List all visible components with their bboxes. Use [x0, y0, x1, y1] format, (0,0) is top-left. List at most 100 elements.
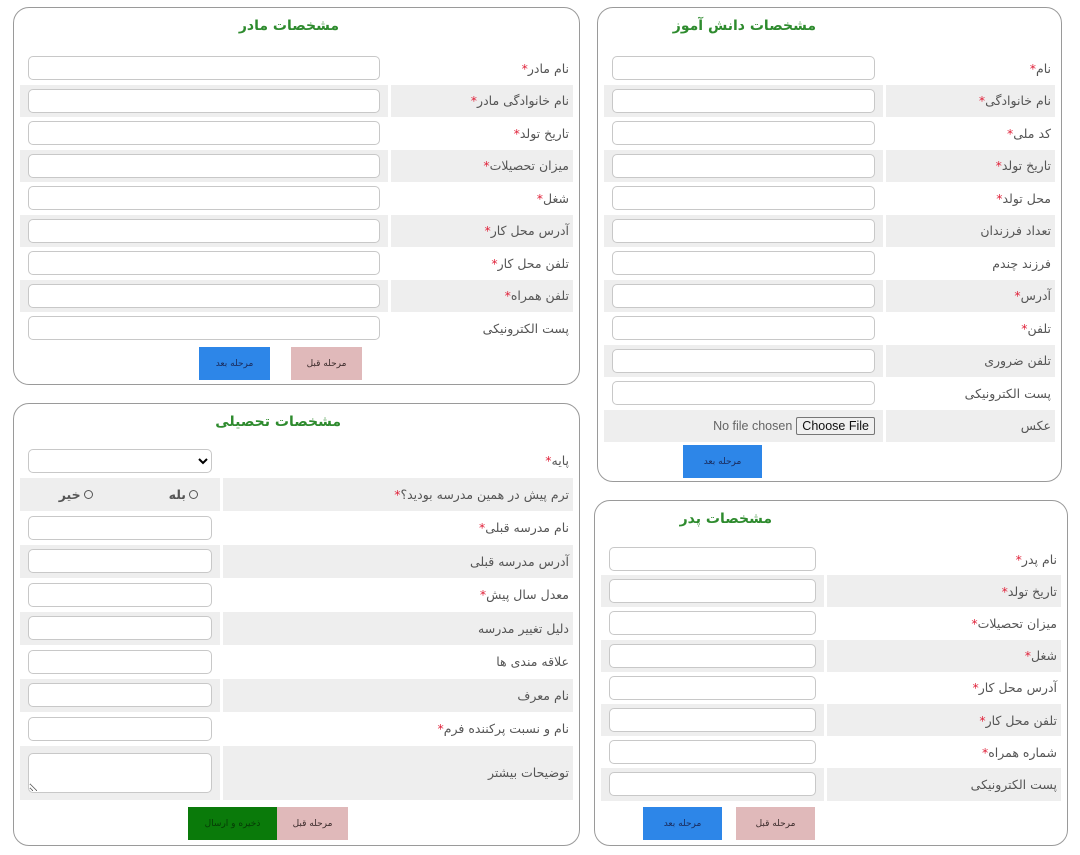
label-text: آدرس محل کار	[978, 680, 1057, 696]
mother-field-cell	[20, 117, 388, 150]
father-input-4[interactable]	[609, 675, 816, 700]
education-prev-button[interactable]: مرحله قبل	[277, 807, 348, 840]
row-divider	[883, 149, 886, 182]
label-text: نام معرف	[517, 687, 569, 703]
father-prev-button[interactable]: مرحله قبل	[736, 807, 815, 840]
file-status-text: No file chosen	[713, 418, 793, 433]
radio-circle-icon[interactable]	[189, 489, 198, 499]
row-divider	[824, 607, 827, 639]
education-save-button[interactable]: ذخیره و ارسال	[188, 807, 277, 840]
father-fields: نام پدر * تاریخ تولد * میزان تحصیلات * شغل * آدر…	[601, 543, 1061, 801]
mother-field-row: پست الکترونیکی	[20, 312, 573, 345]
student-field-label: آدرس *	[886, 279, 1055, 312]
mother-input-2[interactable]	[28, 121, 380, 146]
student-input-5[interactable]	[612, 218, 875, 243]
radio-label: خیر	[58, 486, 81, 502]
education-field-label: نام مدرسه قبلی *	[223, 511, 573, 545]
student-next-button[interactable]: مرحله بعد	[683, 445, 762, 478]
education-input-2[interactable]	[28, 515, 212, 540]
label-text: میزان تحصیلات	[489, 158, 569, 174]
education-field-cell	[20, 645, 220, 679]
father-field-label: آدرس محل کار *	[827, 672, 1061, 704]
label-text: فرزند چندم	[992, 255, 1051, 271]
student-input-3[interactable]	[612, 153, 875, 178]
education-field-row: نام معرف	[20, 678, 573, 712]
education-input-3[interactable]	[28, 549, 212, 574]
mother-input-3[interactable]	[28, 153, 380, 178]
student-field-label: نام خانوادگی *	[886, 84, 1055, 117]
student-field-row: نام خانوادگی *	[604, 84, 1055, 117]
student-input-2[interactable]	[612, 121, 875, 146]
father-input-7[interactable]	[609, 772, 816, 797]
row-divider	[220, 645, 223, 679]
education-input-5[interactable]	[28, 616, 212, 641]
mother-prev-button[interactable]: مرحله قبل	[291, 347, 362, 380]
education-field-cell	[20, 511, 220, 545]
student-input-7[interactable]	[612, 283, 875, 308]
student-field-row: نام *	[604, 52, 1055, 85]
student-input-8[interactable]	[612, 316, 875, 341]
education-input-6[interactable]	[28, 649, 212, 674]
father-input-0[interactable]	[609, 547, 816, 572]
radio-circle-icon[interactable]	[83, 489, 93, 499]
row-divider	[824, 639, 827, 672]
mother-input-6[interactable]	[28, 251, 380, 276]
mother-input-7[interactable]	[28, 283, 380, 308]
student-input-4[interactable]	[612, 186, 875, 211]
father-input-6[interactable]	[609, 740, 816, 765]
mother-input-8[interactable]	[28, 316, 380, 341]
student-field-cell: No file chosen Choose File	[604, 409, 883, 442]
education-input-7[interactable]	[28, 683, 212, 708]
mother-input-0[interactable]	[28, 56, 380, 81]
education-field-label: علاقه مندی ها	[223, 645, 573, 679]
mother-input-1[interactable]	[28, 88, 380, 113]
father-input-1[interactable]	[609, 579, 816, 604]
student-input-6[interactable]	[612, 251, 875, 276]
radio-yes[interactable]: بله	[169, 487, 198, 502]
student-field-cell	[604, 279, 883, 312]
mother-input-4[interactable]	[28, 186, 380, 211]
education-field-row: توضیحات بیشتر	[20, 745, 573, 800]
mother-next-button[interactable]: مرحله بعد	[199, 347, 270, 380]
student-panel-title: مشخصات دانش آموز	[672, 18, 816, 34]
mother-field-label: تاریخ تولد *	[391, 117, 573, 150]
student-input-10[interactable]	[612, 381, 875, 406]
radio-no[interactable]: خیر	[59, 487, 93, 502]
father-field-label: شماره همراه *	[827, 736, 1061, 768]
mother-field-row: آدرس محل کار *	[20, 214, 573, 247]
label-text: معدل سال پیش	[486, 587, 569, 603]
father-field-cell	[601, 768, 824, 801]
student-field-row: تعداد فرزندان	[604, 214, 1055, 247]
father-input-3[interactable]	[609, 643, 816, 668]
label-text: شماره همراه	[988, 744, 1057, 760]
label-text: دلیل تغییر مدرسه	[478, 620, 569, 636]
student-input-9[interactable]	[612, 348, 875, 373]
education-grade-select[interactable]	[28, 448, 212, 473]
mother-field-cell	[20, 279, 388, 312]
education-notes-textarea[interactable]	[28, 752, 212, 793]
mother-input-5[interactable]	[28, 218, 380, 243]
row-divider	[220, 678, 223, 712]
row-divider	[220, 477, 223, 511]
father-input-2[interactable]	[609, 611, 816, 636]
father-field-row: میزان تحصیلات *	[601, 607, 1061, 639]
row-divider	[388, 117, 391, 150]
photo-file-input: No file chosen Choose File	[612, 416, 875, 435]
required-marker: *	[995, 158, 1002, 174]
label-text: پست الکترونیکی	[964, 385, 1051, 401]
student-input-1[interactable]	[612, 88, 875, 113]
student-field-cell	[604, 117, 883, 150]
student-field-label: تلفن ضروری	[886, 344, 1055, 377]
education-input-8[interactable]	[28, 716, 212, 741]
choose-file-button[interactable]: Choose File	[796, 416, 875, 435]
required-marker: *	[1024, 648, 1032, 664]
student-input-0[interactable]	[612, 56, 875, 81]
label-text: پست الکترونیکی	[970, 776, 1057, 792]
row-divider	[883, 247, 886, 280]
father-input-5[interactable]	[609, 708, 816, 733]
label-text: پست الکترونیکی	[482, 320, 569, 336]
father-next-button[interactable]: مرحله بعد	[643, 807, 722, 840]
student-field-label: محل تولد *	[886, 182, 1055, 215]
education-field-row: دلیل تغییر مدرسه	[20, 611, 573, 645]
education-input-4[interactable]	[28, 582, 212, 607]
